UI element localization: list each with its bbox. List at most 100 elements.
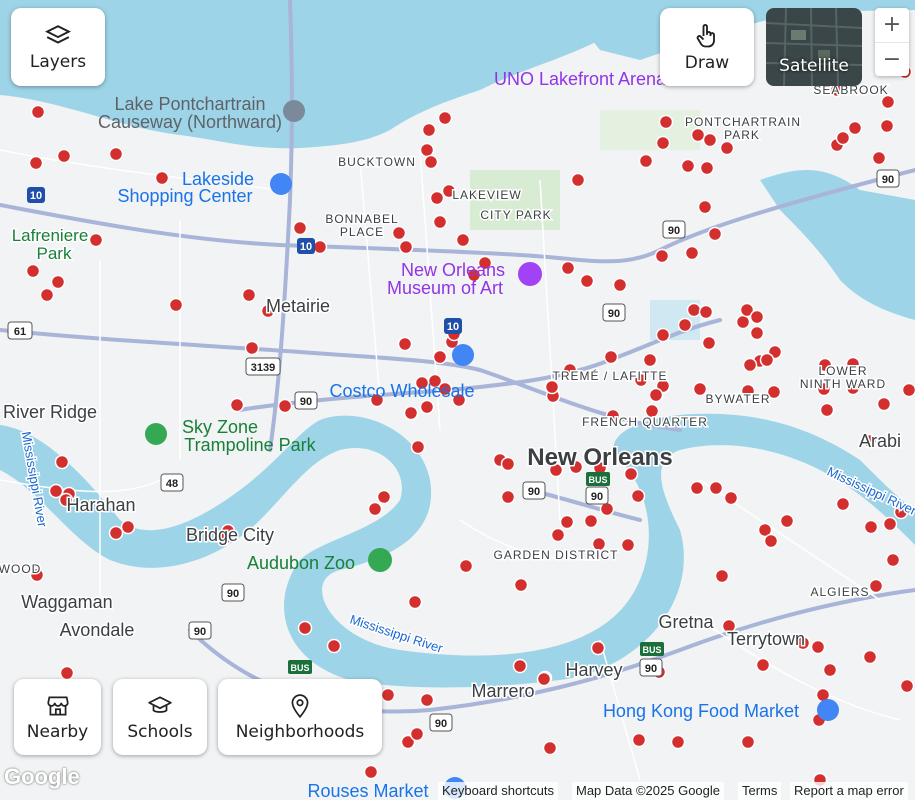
listing-pin[interactable] [719, 140, 735, 156]
nearby-button[interactable]: Nearby [14, 679, 101, 755]
museum-label-2[interactable]: Museum of Art [387, 278, 503, 298]
layers-button[interactable]: Layers [11, 8, 105, 86]
listing-pin[interactable] [312, 239, 328, 255]
rouses-market-label[interactable]: Rouses Market [307, 781, 428, 800]
listing-pin[interactable] [686, 302, 702, 318]
listing-pin[interactable] [407, 594, 423, 610]
listing-pin[interactable] [579, 273, 595, 289]
listing-pin[interactable] [670, 734, 686, 750]
listing-pin[interactable] [380, 687, 396, 703]
skyzone-label[interactable]: Sky Zone [182, 417, 258, 437]
listing-pin[interactable] [698, 304, 714, 320]
listing-pin[interactable] [277, 398, 293, 414]
listing-pin[interactable] [708, 480, 724, 496]
listing-pin[interactable] [654, 248, 670, 264]
satellite-toggle[interactable]: Satellite [766, 8, 862, 86]
uno-lakefront-label[interactable]: UNO Lakefront Arena [494, 69, 667, 89]
listing-pin[interactable] [536, 671, 552, 687]
listing-pin[interactable] [363, 764, 379, 780]
causeway-marker-icon[interactable] [283, 100, 305, 122]
listing-pin[interactable] [684, 245, 700, 261]
listing-pin[interactable] [863, 519, 879, 535]
listing-pin[interactable] [512, 658, 528, 674]
listing-pin[interactable] [292, 220, 308, 236]
listing-pin[interactable] [620, 537, 636, 553]
listing-pin[interactable] [749, 309, 765, 325]
listing-pin[interactable] [376, 489, 392, 505]
hongkong-cart-icon[interactable] [817, 699, 839, 721]
listing-pin[interactable] [810, 639, 826, 655]
zoom-out-button[interactable]: − [875, 43, 909, 77]
listing-pin[interactable] [879, 118, 895, 134]
listing-pin[interactable] [583, 513, 599, 529]
listing-pin[interactable] [326, 638, 342, 654]
listing-pin[interactable] [229, 397, 245, 413]
terms-link[interactable]: Terms [738, 782, 782, 800]
listing-pin[interactable] [630, 488, 646, 504]
listing-pin[interactable] [241, 287, 257, 303]
causeway-label-2[interactable]: Causeway (Northward) [98, 112, 282, 132]
listing-pin[interactable] [168, 297, 184, 313]
listing-pin[interactable] [50, 274, 66, 290]
listing-pin[interactable] [513, 577, 529, 593]
listing-pin[interactable] [707, 226, 723, 242]
lakeside-shopping-icon[interactable] [270, 173, 292, 195]
listing-pin[interactable] [699, 160, 715, 176]
listing-pin[interactable] [419, 142, 435, 158]
listing-pin[interactable] [419, 692, 435, 708]
listing-pin[interactable] [847, 120, 863, 136]
listing-pin[interactable] [759, 352, 775, 368]
museum-label[interactable]: New Orleans [401, 260, 505, 280]
listing-pin[interactable] [740, 734, 756, 750]
listing-pin[interactable] [560, 260, 576, 276]
draw-button[interactable]: Draw [660, 8, 754, 86]
listing-pin[interactable] [419, 399, 435, 415]
listing-pin[interactable] [763, 533, 779, 549]
listing-pin[interactable] [30, 104, 46, 120]
listing-pin[interactable] [655, 135, 671, 151]
listing-pin[interactable] [677, 317, 693, 333]
listing-pin[interactable] [885, 552, 901, 568]
listing-pin[interactable] [367, 501, 383, 517]
costco-shopping-icon[interactable] [452, 344, 474, 366]
listing-pin[interactable] [835, 496, 851, 512]
listing-pin[interactable] [868, 578, 884, 594]
listing-pin[interactable] [899, 678, 915, 694]
zoo-paw-icon[interactable] [368, 548, 392, 572]
listing-pin[interactable] [297, 620, 313, 636]
listing-pin[interactable] [642, 352, 658, 368]
lakeside-label-2[interactable]: Shopping Center [117, 186, 252, 206]
listing-pin[interactable] [432, 349, 448, 365]
report-error-link[interactable]: Report a map error [790, 782, 908, 800]
listing-pin[interactable] [835, 130, 851, 146]
listing-pin[interactable] [120, 519, 136, 535]
listing-pin[interactable] [500, 456, 516, 472]
listing-pin[interactable] [88, 232, 104, 248]
listing-pin[interactable] [603, 349, 619, 365]
listing-pin[interactable] [397, 336, 413, 352]
listing-pin[interactable] [822, 662, 838, 678]
listing-pin[interactable] [880, 94, 896, 110]
listing-pin[interactable] [658, 114, 674, 130]
audubon-zoo-label[interactable]: Audubon Zoo [247, 553, 355, 573]
listing-pin[interactable] [108, 146, 124, 162]
listing-pin[interactable] [432, 214, 448, 230]
zoom-in-button[interactable]: + [875, 8, 909, 43]
listing-pin[interactable] [54, 454, 70, 470]
listing-pin[interactable] [59, 665, 75, 681]
skyzone-label-2[interactable]: Trampoline Park [184, 435, 316, 455]
listing-pin[interactable] [714, 568, 730, 584]
listing-pin[interactable] [876, 396, 892, 412]
listing-pin[interactable] [398, 239, 414, 255]
listing-pin[interactable] [779, 513, 795, 529]
listing-pin[interactable] [154, 170, 170, 186]
listing-pin[interactable] [570, 172, 586, 188]
listing-pin[interactable] [819, 402, 835, 418]
listing-pin[interactable] [901, 382, 915, 398]
listing-pin[interactable] [458, 558, 474, 574]
listing-pin[interactable] [423, 154, 439, 170]
listing-pin[interactable] [701, 335, 717, 351]
listing-pin[interactable] [690, 127, 706, 143]
schools-button[interactable]: Schools [113, 679, 207, 755]
listing-pin[interactable] [403, 405, 419, 421]
